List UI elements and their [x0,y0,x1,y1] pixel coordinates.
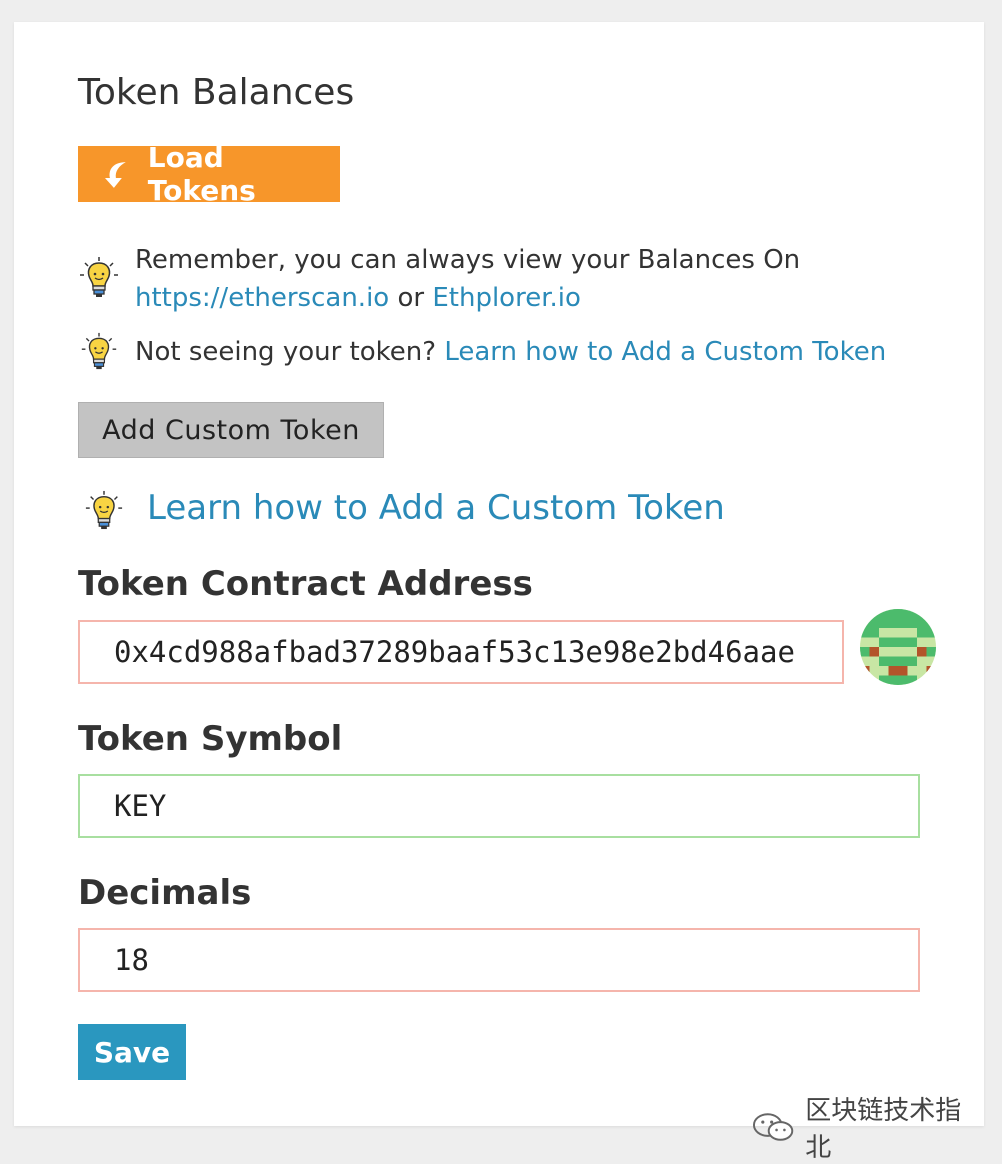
token-symbol-input[interactable]: KEY [78,774,920,838]
ethplorer-link[interactable]: Ethplorer.io [432,283,581,313]
page-title: Token Balances [78,72,355,113]
load-tokens-label: Load Tokens [147,141,256,207]
decimals-input[interactable]: 18 [78,928,920,992]
watermark-text: 区块链技术指北 [805,1096,962,1163]
wechat-icon [752,1113,794,1141]
custom-token-tip-link[interactable]: Learn how to Add a Custom Token [444,337,886,367]
decimals-label: Decimals [78,873,252,913]
contract-address-label: Token Contract Address [78,564,533,604]
load-tokens-button[interactable]: Load Tokens [78,141,340,207]
refresh-arrow-icon [104,162,126,188]
token-symbol-label: Token Symbol [78,719,343,759]
add-custom-token-button[interactable]: Add Custom Token [78,402,384,458]
custom-token-tip-text: Not seeing your token? [135,337,445,367]
tip-or-text: or [389,283,433,313]
lightbulb-icon [85,490,123,530]
lightbulb-icon [81,332,117,370]
etherscan-link[interactable]: https://etherscan.io [135,283,389,313]
save-button[interactable]: Save [78,1024,186,1080]
address-identicon [860,609,936,685]
custom-token-tip: Not seeing your token? Learn how to Add … [135,333,895,371]
balances-tip: Remember, you can always view your Balan… [135,241,815,317]
token-balances-panel: Token Balances Load Tokens Remember, you… [14,22,984,1163]
balances-tip-text: Remember, you can always view your Balan… [135,245,801,275]
add-custom-token-help-link[interactable]: Learn how to Add a Custom Token [147,488,725,528]
contract-address-input[interactable]: 0x4cd988afbad37289baaf53c13e98e2bd46aae [78,620,844,684]
watermark: 区块链技术指北 [752,1090,984,1164]
lightbulb-icon [80,257,118,297]
